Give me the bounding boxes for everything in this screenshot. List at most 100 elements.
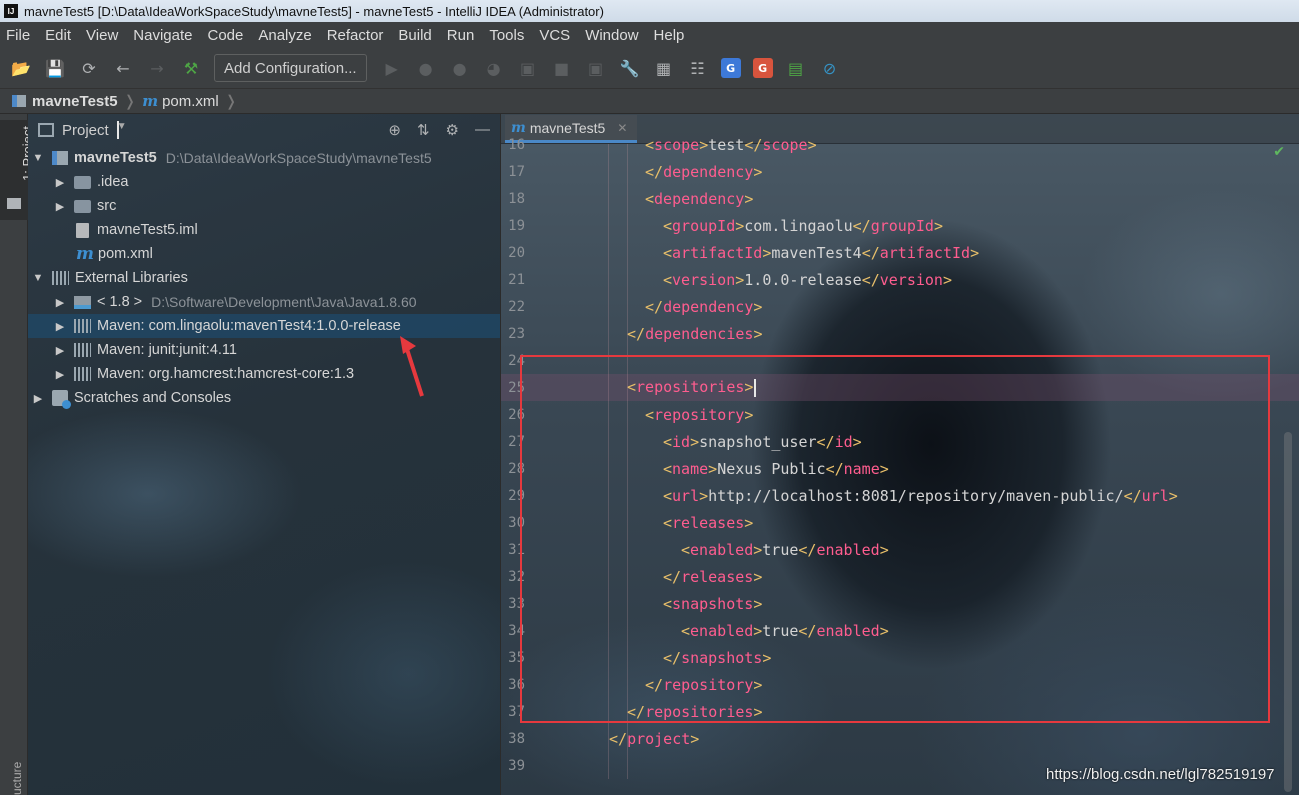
menu-item-tools[interactable]: Tools bbox=[489, 27, 524, 44]
code-line: 19 <groupId>com.lingaolu</groupId> bbox=[501, 212, 1299, 239]
save-all-icon[interactable]: 💾 bbox=[44, 57, 66, 79]
google-translate-alt-icon[interactable]: G bbox=[752, 58, 773, 78]
profile-icon[interactable]: ◕ bbox=[483, 57, 505, 79]
menu-item-refactor[interactable]: Refactor bbox=[327, 27, 384, 44]
tree-item-maven-junit[interactable]: ▶ Maven: junit:junit:4.11 bbox=[28, 338, 500, 362]
xml-bracket: < bbox=[663, 270, 673, 289]
line-number: 38 bbox=[508, 730, 525, 747]
xml-tag-name: groupId bbox=[870, 216, 934, 235]
attach-debugger-icon[interactable]: ▣ bbox=[517, 57, 539, 79]
menu-item-code[interactable]: Code bbox=[207, 27, 243, 44]
chevron-right-icon[interactable]: ▶ bbox=[32, 392, 44, 405]
tree-item-idea[interactable]: ▶ .idea bbox=[28, 170, 500, 194]
breadcrumb-file[interactable]: pom.xml bbox=[162, 93, 219, 110]
tree-item-path: D:\Software\Development\Java\Java1.8.60 bbox=[151, 294, 417, 310]
maven-file-icon: m bbox=[142, 92, 159, 110]
xml-bracket: < bbox=[645, 189, 655, 208]
line-number: 21 bbox=[508, 271, 525, 288]
structure-tool-tab[interactable]: ucture bbox=[10, 762, 24, 795]
xml-bracket: </ bbox=[861, 270, 880, 289]
jdk-icon bbox=[74, 295, 91, 309]
tree-item-external-libraries[interactable]: ▼ External Libraries bbox=[28, 266, 500, 290]
xml-tag-name: dependencies bbox=[645, 324, 754, 343]
xml-bracket: > bbox=[735, 270, 745, 289]
menu-item-run[interactable]: Run bbox=[447, 27, 475, 44]
code-text: </dependencies> bbox=[627, 325, 762, 343]
tree-item-label: Scratches and Consoles bbox=[74, 390, 232, 406]
editor-scrollbar[interactable] bbox=[1284, 432, 1292, 792]
menu-item-navigate[interactable]: Navigate bbox=[133, 27, 192, 44]
xml-tag-name: artifactId bbox=[879, 243, 971, 262]
build-hammer-icon[interactable]: ⚒ bbox=[180, 57, 202, 79]
xml-tag-name: project bbox=[627, 729, 691, 748]
menu-item-file[interactable]: File bbox=[6, 27, 30, 44]
tree-item-iml[interactable]: mavneTest5.iml bbox=[28, 218, 500, 242]
chevron-down-icon[interactable]: ▼ bbox=[32, 272, 44, 284]
locate-target-icon[interactable]: ⊕ bbox=[388, 121, 401, 139]
tree-item-maven-mavenTest4[interactable]: ▶ Maven: com.lingaolu:mavenTest4:1.0.0-r… bbox=[28, 314, 500, 338]
forward-arrow-icon[interactable]: → bbox=[146, 57, 168, 79]
hide-panel-icon[interactable]: — bbox=[475, 121, 490, 139]
menu-item-analyze[interactable]: Analyze bbox=[258, 27, 311, 44]
tree-item-jdk[interactable]: ▶ < 1.8 > D:\Software\Development\Java\J… bbox=[28, 290, 500, 314]
menu-item-build[interactable]: Build bbox=[398, 27, 431, 44]
tree-item-maven-hamcrest[interactable]: ▶ Maven: org.hamcrest:hamcrest-core:1.3 bbox=[28, 362, 500, 386]
tree-item-project-root[interactable]: ▼ mavneTest5 D:\Data\IdeaWorkSpaceStudy\… bbox=[28, 146, 500, 170]
disable-power-save-icon[interactable]: ⊘ bbox=[819, 57, 841, 79]
breadcrumb-project[interactable]: mavneTest5 bbox=[32, 93, 118, 110]
chevron-right-icon[interactable]: ▶ bbox=[54, 320, 66, 333]
tree-item-label: pom.xml bbox=[98, 246, 153, 262]
sdk-manager-icon[interactable]: ☷ bbox=[687, 57, 709, 79]
settings-wrench-icon[interactable]: 🔧 bbox=[619, 57, 641, 79]
xml-bracket: </ bbox=[645, 297, 664, 316]
run-dashboard-icon[interactable]: ▣ bbox=[585, 57, 607, 79]
line-number: 19 bbox=[508, 217, 525, 234]
xml-bracket: </ bbox=[744, 135, 763, 154]
chevron-right-icon[interactable]: ▶ bbox=[54, 176, 66, 189]
open-folder-icon[interactable]: 📂 bbox=[10, 57, 32, 79]
stop-icon[interactable]: ■ bbox=[551, 57, 573, 79]
chevron-right-icon[interactable]: ▶ bbox=[54, 368, 66, 381]
breadcrumb-separator: ❭ bbox=[123, 93, 137, 110]
tree-item-scratches[interactable]: ▶ Scratches and Consoles bbox=[28, 386, 500, 410]
menu-item-vcs[interactable]: VCS bbox=[539, 27, 570, 44]
xml-tag-name: dependency bbox=[654, 189, 745, 208]
project-panel-title[interactable]: Project bbox=[62, 122, 109, 139]
tree-item-label: mavneTest5.iml bbox=[97, 222, 198, 238]
chevron-down-icon[interactable]: ▼ bbox=[116, 121, 127, 139]
project-structure-icon[interactable]: ▦ bbox=[653, 57, 675, 79]
sync-icon[interactable]: ⟳ bbox=[78, 57, 100, 79]
menu-bar: File Edit View Navigate Code Analyze Refactor B… bbox=[0, 22, 1299, 48]
xml-tag-name: scope bbox=[762, 135, 808, 154]
back-arrow-icon[interactable]: ← bbox=[112, 57, 134, 79]
menu-item-edit[interactable]: Edit bbox=[45, 27, 71, 44]
debug-icon[interactable]: ● bbox=[415, 57, 437, 79]
gear-icon[interactable]: ⚙ bbox=[446, 121, 459, 139]
tree-item-src[interactable]: ▶ src bbox=[28, 194, 500, 218]
window-title: mavneTest5 [D:\Data\IdeaWorkSpaceStudy\m… bbox=[24, 3, 604, 19]
xml-bracket: > bbox=[735, 216, 745, 235]
collapse-all-icon[interactable]: ⇅ bbox=[417, 121, 430, 139]
code-text: </project> bbox=[609, 730, 699, 748]
xml-bracket: > bbox=[753, 162, 763, 181]
run-icon[interactable]: ▶ bbox=[381, 57, 403, 79]
coverage-icon[interactable]: ● bbox=[449, 57, 471, 79]
chevron-right-icon[interactable]: ▶ bbox=[54, 344, 66, 357]
add-configuration-button[interactable]: Add Configuration... bbox=[214, 54, 367, 82]
menu-item-view[interactable]: View bbox=[86, 27, 118, 44]
chevron-right-icon[interactable]: ▶ bbox=[54, 200, 66, 213]
chevron-down-icon[interactable]: ▼ bbox=[32, 152, 44, 164]
tree-item-pom[interactable]: m pom.xml bbox=[28, 242, 500, 266]
xml-bracket: > bbox=[753, 324, 763, 343]
menu-item-help[interactable]: Help bbox=[654, 27, 685, 44]
menu-item-window[interactable]: Window bbox=[585, 27, 638, 44]
tree-item-label: External Libraries bbox=[75, 270, 188, 286]
chevron-right-icon[interactable]: ▶ bbox=[54, 296, 66, 309]
tree-item-label: mavneTest5 bbox=[74, 150, 157, 166]
project-view-icon bbox=[38, 123, 54, 137]
window-title-bar: IJ mavneTest5 [D:\Data\IdeaWorkSpaceStud… bbox=[0, 0, 1299, 22]
folder-icon bbox=[74, 199, 91, 213]
google-translate-icon[interactable]: G bbox=[720, 58, 741, 78]
project-panel-header: Project ▼ ⊕ ⇅ ⚙ — bbox=[28, 114, 500, 146]
activity-monitor-icon[interactable]: ▤ bbox=[785, 57, 807, 79]
